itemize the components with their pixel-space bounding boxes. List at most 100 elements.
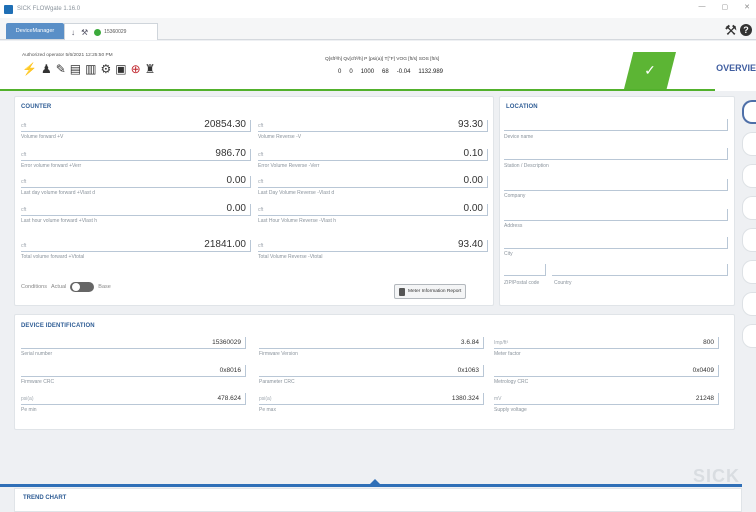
document-icon [399,287,405,296]
device-name-field[interactable] [504,119,728,131]
settings-icon[interactable]: ⚙ [100,63,111,75]
volume-forward-field: cft 20854.30 [21,119,251,132]
metrology-crc-value: 0x0409 [692,367,714,374]
city-field[interactable] [504,237,728,249]
firmware-version-label: Firmware Version [259,351,298,357]
unit: cft [258,179,264,185]
save-icon[interactable]: ▣ [115,63,126,75]
tab-device[interactable]: ↓ ⚒ 15360029 [64,23,158,40]
top-right-tools: ⚒ ? [724,22,752,39]
measure-qv: 0 [349,69,353,75]
maintenance-icon[interactable]: ♜ [145,63,156,75]
side-navigation [742,100,756,348]
serial-number-label: Serial number [21,351,53,357]
chart-icon[interactable]: ▤ [70,63,81,75]
unit: cft [21,243,27,249]
serial-number-field: 15360029 [21,337,246,349]
tab-device-manager[interactable]: DeviceManager [6,23,64,39]
connect-icon[interactable]: ⚡ [22,63,37,75]
total-reverse-label: Total Volume Reverse -Vtotal [258,254,323,260]
last-hour-forward-label: Last hour volume forward +Vlast h [21,218,98,224]
metrology-crc-label: Metrology CRC [494,379,529,385]
side-tab-6[interactable] [742,260,756,284]
total-reverse-field: cft 93.40 [258,239,488,252]
unit: cft [258,207,264,213]
device-id-title: DEVICE IDENTIFICATION [21,323,95,329]
unit: cft [258,243,264,249]
edit-icon[interactable]: ✎ [56,63,66,75]
parameter-crc-value: 0x1063 [457,367,479,374]
last-day-forward-field: cft 0.00 [21,175,251,188]
measure-q: 0 [338,69,342,75]
last-day-forward-label: Last day volume forward +Vlast d [21,190,96,196]
error-volume-reverse-value: 0.10 [463,148,483,159]
side-tab-7[interactable] [742,292,756,316]
connected-status-icon [94,28,102,36]
meter-report-button[interactable]: Meter Information Report [394,284,467,299]
country-label: Country [554,280,572,286]
side-tab-2[interactable] [742,132,756,156]
meter-factor-value: 800 [703,339,714,346]
supply-voltage-field: mV 21248 [494,393,719,405]
unit: cft [258,123,264,129]
title-bar: SICK FLOWgate 1.16.0 — ▢ ✕ [0,0,756,18]
help-icon[interactable]: ? [740,24,752,36]
conditions-toggle[interactable] [70,282,95,292]
country-field[interactable] [552,264,728,276]
last-hour-reverse-label: Last Hour Volume Reverse -Vlast h [258,218,337,224]
supply-voltage-value: 21248 [695,395,714,402]
trend-separator [0,484,742,487]
actual-label: Actual [51,284,67,290]
user-icon[interactable]: ♟ [41,63,52,75]
unit: psi(a) [259,396,272,402]
status-strip [0,89,715,91]
measure-sos: 1132.989 [418,69,444,75]
maximize-icon[interactable]: ▢ [722,3,729,11]
wrench-icon: ↓ [71,27,75,37]
pe-max-label: Pe max [259,407,276,413]
device-icon[interactable]: ▥ [85,63,96,75]
trend-chart-panel: TREND CHART [14,488,742,512]
last-day-reverse-field: cft 0.00 [258,175,488,188]
volume-forward-label: Volume forward +V [21,134,64,140]
side-tab-8[interactable] [742,324,756,348]
error-volume-forward-value: 986.70 [215,148,246,159]
unit: cft [21,179,27,185]
address-field[interactable] [504,209,728,221]
checkmark-icon: ✓ [644,62,656,78]
measurement-headers: Q[sft³/h] Qv[cft³/h] P [psi(a)] T[°F] VO… [325,57,440,62]
location-title: LOCATION [506,104,538,110]
pe-min-value: 478.624 [217,395,242,402]
last-day-forward-value: 0.00 [226,175,246,186]
station-field[interactable] [504,148,728,160]
last-hour-forward-field: cft 0.00 [21,203,251,216]
pe-max-field: psi(a) 1380.324 [259,393,484,405]
serial-number-value: 15360029 [212,339,241,346]
counter-title: COUNTER [21,104,52,110]
overview-title: OVERVIE [716,63,756,73]
app-icon [4,4,13,14]
minimize-icon[interactable]: — [699,3,706,11]
error-volume-forward-field: cft 986.70 [21,148,251,161]
unit: Imp/ft³ [494,340,509,346]
close-icon[interactable]: ✕ [744,3,750,11]
side-tab-overview[interactable] [742,100,756,124]
side-tab-3[interactable] [742,164,756,188]
total-forward-value: 21841.00 [204,239,246,250]
side-tab-4[interactable] [742,196,756,220]
tab-device-serial: 15360029 [104,29,127,35]
last-day-reverse-label: Last Day Volume Reverse -Vlast d [258,190,335,196]
unit: cft [21,152,27,158]
unit: mV [494,396,502,402]
parameter-crc-field: 0x1063 [259,365,484,377]
side-tab-5[interactable] [742,228,756,252]
base-label: Base [98,284,111,290]
tab-bar: DeviceManager ↓ ⚒ 15360029 [0,18,756,40]
tools-icon[interactable]: ⚒ [724,22,737,39]
volume-forward-value: 20854.30 [204,119,246,130]
company-field[interactable] [504,179,728,191]
alarm-icon[interactable]: ⊕ [131,63,141,75]
zip-field[interactable] [504,264,546,276]
firmware-version-value: 3.6.84 [460,339,479,346]
city-label: City [504,251,513,257]
